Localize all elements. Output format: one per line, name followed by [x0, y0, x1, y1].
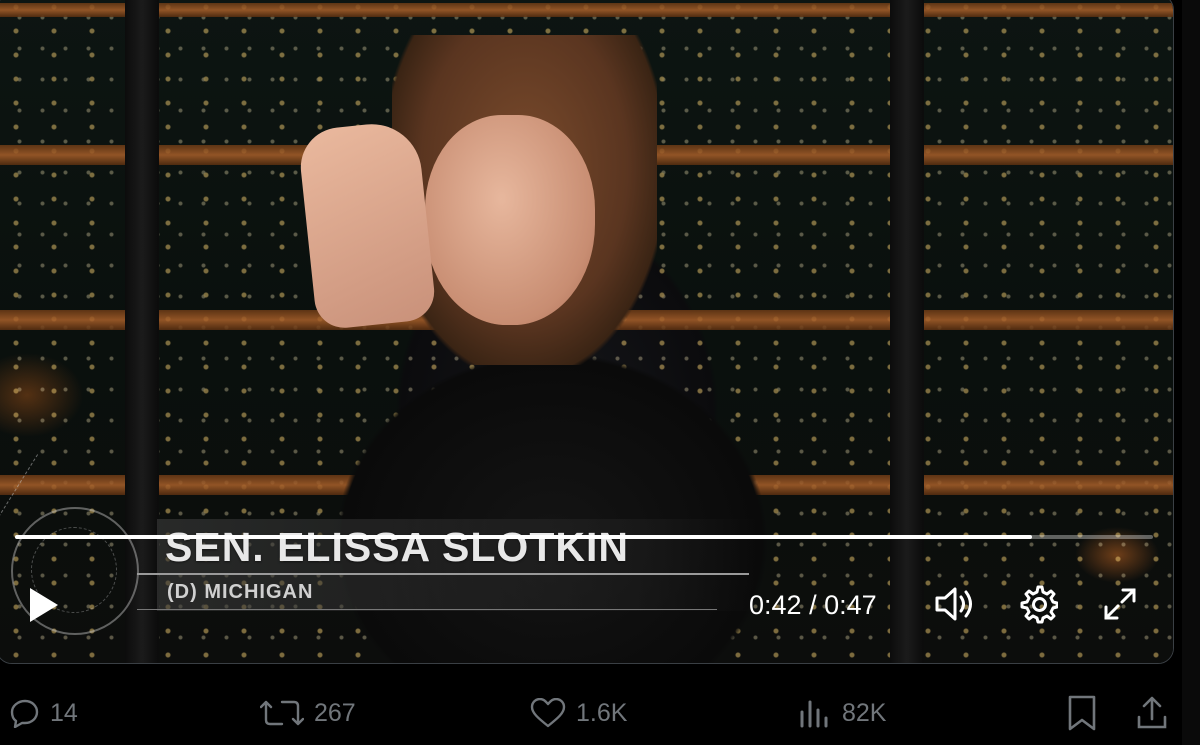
repost-button[interactable]: 267	[260, 688, 356, 738]
backdrop-bar	[0, 3, 1173, 17]
fullscreen-button[interactable]	[1097, 581, 1143, 627]
heart-icon	[530, 698, 566, 728]
time-display: 0:42 / 0:47	[749, 590, 877, 621]
progress-bar[interactable]	[15, 535, 1153, 539]
share-button[interactable]	[1136, 688, 1168, 738]
speaker-face	[425, 115, 595, 325]
play-icon	[30, 588, 58, 622]
views-count: 82K	[842, 698, 887, 727]
repost-count: 267	[314, 698, 356, 727]
reply-button[interactable]: 14	[10, 688, 78, 738]
current-time: 0:42	[749, 590, 802, 620]
volume-button[interactable]	[932, 581, 978, 627]
expand-icon	[1104, 588, 1136, 620]
play-button[interactable]	[23, 585, 63, 625]
lower-third-divider	[137, 573, 749, 575]
repost-icon	[260, 700, 304, 726]
lower-third-underline	[137, 609, 717, 610]
reply-count: 14	[50, 698, 78, 727]
views-icon	[800, 700, 828, 728]
video-frame[interactable]: SEN. ELISSA SLOTKIN (D) MICHIGAN 0:42 / …	[0, 0, 1173, 663]
progress-fill	[15, 535, 1033, 539]
settings-button[interactable]	[1015, 581, 1061, 627]
duration: 0:47	[824, 590, 877, 620]
reply-icon	[10, 699, 39, 728]
lower-third-subtitle: (D) MICHIGAN	[167, 581, 314, 603]
bookmark-button[interactable]	[1066, 688, 1098, 738]
views-button[interactable]: 82K	[798, 688, 886, 738]
tweet-action-bar: 14 267 1.6K 82K	[0, 688, 1200, 738]
page-edge	[1182, 0, 1200, 745]
speaker-hand	[296, 119, 438, 331]
share-icon	[1137, 696, 1167, 729]
time-separator: /	[809, 590, 817, 620]
video-player[interactable]: SEN. ELISSA SLOTKIN (D) MICHIGAN 0:42 / …	[0, 0, 1174, 664]
gear-icon	[1020, 585, 1058, 624]
bookmark-icon	[1068, 695, 1096, 731]
like-button[interactable]: 1.6K	[530, 688, 627, 738]
like-count: 1.6K	[576, 698, 628, 727]
volume-icon	[935, 587, 972, 621]
backdrop-post	[890, 0, 924, 663]
lower-third-name: SEN. ELISSA SLOTKIN	[165, 524, 629, 570]
